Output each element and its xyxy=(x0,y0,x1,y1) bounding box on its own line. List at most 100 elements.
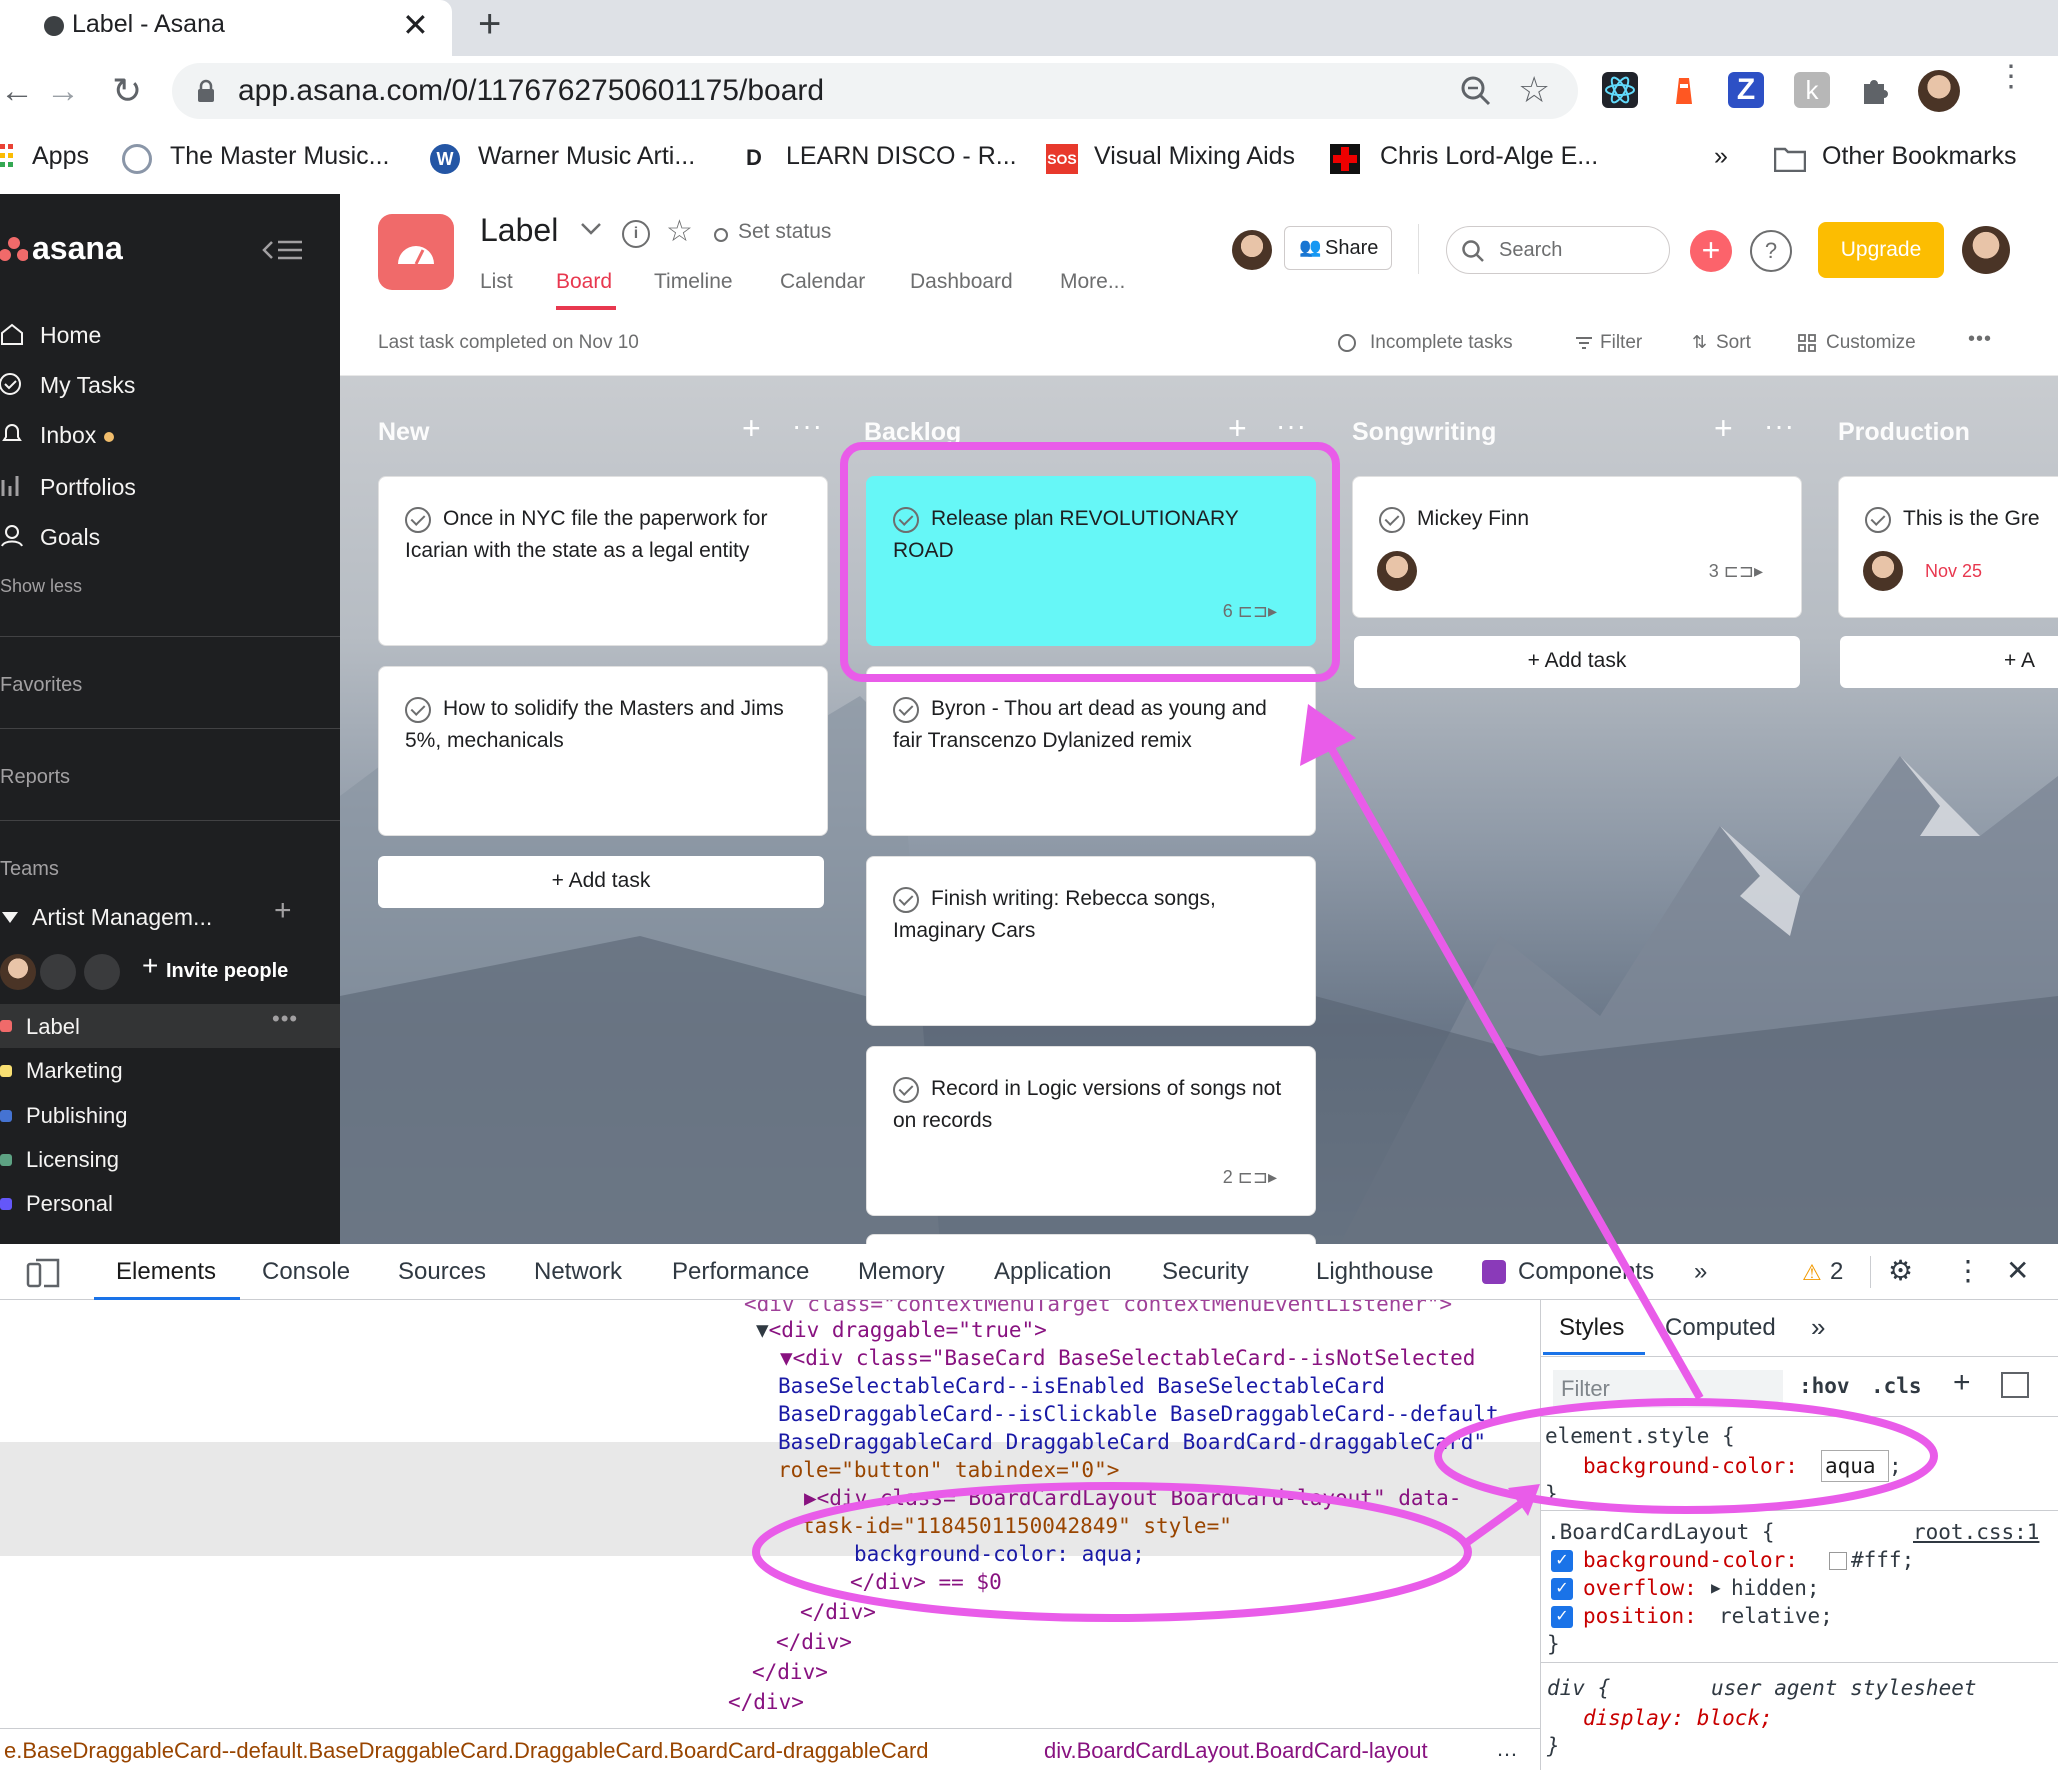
more-options-icon[interactable]: ••• xyxy=(1968,328,1992,351)
dom-line[interactable]: </div> xyxy=(728,1688,804,1716)
add-task-button[interactable]: + Add task xyxy=(378,856,824,908)
extension-k-icon[interactable]: k xyxy=(1794,72,1830,108)
dom-line-selected[interactable]: ▶<div class="BoardCardLayout BoardCard-l… xyxy=(804,1484,1461,1512)
project-info-icon[interactable]: i xyxy=(622,220,650,248)
property-checkbox[interactable]: ✓ xyxy=(1551,1578,1573,1600)
task-card[interactable]: This is the Gre Nov 25 xyxy=(1838,476,2058,618)
devtools-menu-icon[interactable]: ⋮ xyxy=(1954,1254,1982,1287)
devtools-tab-components[interactable]: Components xyxy=(1518,1258,1654,1286)
dom-line-selected[interactable]: task-id="1184501150042849" style=" xyxy=(802,1512,1232,1540)
styles-filter-input[interactable]: Filter xyxy=(1553,1370,1783,1408)
dom-line-selected[interactable]: background-color: aqua; xyxy=(854,1540,1145,1568)
tab-dashboard[interactable]: Dashboard xyxy=(910,270,1013,294)
team-member-avatar[interactable] xyxy=(0,954,36,990)
devtools-tab-elements[interactable]: Elements xyxy=(116,1258,216,1286)
devtools-tab-console[interactable]: Console xyxy=(262,1258,350,1286)
breadcrumb-ancestor[interactable]: e.BaseDraggableCard--default.BaseDraggab… xyxy=(4,1738,929,1764)
tab-list[interactable]: List xyxy=(480,270,513,294)
section-teams[interactable]: Teams xyxy=(0,858,59,881)
rule-value[interactable]: hidden; xyxy=(1731,1574,1820,1602)
bookmark-learn-disco[interactable]: LEARN DISCO - R... xyxy=(786,142,1017,171)
browser-tab[interactable]: Label - Asana ✕ xyxy=(0,0,452,56)
help-button[interactable]: ? xyxy=(1750,230,1792,272)
breadcrumb-more-icon[interactable]: … xyxy=(1496,1736,1518,1762)
dom-line[interactable]: ▼<div class="BaseCard BaseSelectableCard… xyxy=(780,1344,1475,1372)
collapse-sidebar-icon[interactable] xyxy=(262,238,302,262)
task-card[interactable]: Byron - Thou art dead as young and fair … xyxy=(866,666,1316,836)
task-card[interactable]: Record in Logic versions of songs not on… xyxy=(866,1046,1316,1216)
profile-avatar[interactable] xyxy=(1918,70,1960,112)
bookmarks-overflow-icon[interactable]: » xyxy=(1714,142,1728,171)
devtools-tab-lighthouse[interactable]: Lighthouse xyxy=(1316,1258,1433,1286)
nav-home[interactable]: Home xyxy=(40,322,101,349)
tab-board[interactable]: Board xyxy=(556,270,612,294)
cls-toggle[interactable]: .cls xyxy=(1871,1374,1922,1398)
nav-inbox[interactable]: Inbox xyxy=(40,422,96,449)
task-card[interactable]: Finish writing: Rebecca songs, Imaginary… xyxy=(866,856,1316,1026)
column-header-songwriting[interactable]: Songwriting xyxy=(1352,418,1496,447)
new-tab-icon[interactable]: + xyxy=(478,2,501,47)
devtools-settings-icon[interactable]: ⚙ xyxy=(1888,1254,1913,1287)
team-member-placeholder-avatar[interactable] xyxy=(84,954,120,990)
element-style-property[interactable]: background-color: xyxy=(1583,1452,1798,1480)
subtask-count[interactable]: 3 ⊏⊐▸ xyxy=(1709,561,1763,582)
devtools-tab-application[interactable]: Application xyxy=(994,1258,1111,1286)
subtask-count[interactable]: 6 ⊏⊐▸ xyxy=(1223,601,1277,622)
customize-button[interactable]: Customize xyxy=(1826,332,1916,354)
star-bookmark-icon[interactable]: ☆ xyxy=(1518,69,1550,111)
dom-line[interactable]: BaseSelectableCard--isEnabled BaseSelect… xyxy=(778,1372,1385,1400)
rule-property[interactable]: position: xyxy=(1583,1602,1697,1630)
new-style-rule-icon[interactable]: + xyxy=(1953,1366,1971,1400)
column-header-production[interactable]: Production xyxy=(1838,418,1970,447)
tab-more[interactable]: More... xyxy=(1060,270,1125,294)
column-header-backlog[interactable]: Backlog xyxy=(864,418,961,447)
nav-goals[interactable]: Goals xyxy=(40,524,100,551)
team-name[interactable]: Artist Managem... xyxy=(32,904,212,931)
section-favorites[interactable]: Favorites xyxy=(0,674,82,697)
tab-timeline[interactable]: Timeline xyxy=(654,270,733,294)
search-box[interactable]: Search xyxy=(1446,226,1670,274)
share-button[interactable]: 👥 Share xyxy=(1284,226,1392,270)
dom-line-selected[interactable]: </div> == $0 xyxy=(850,1568,1002,1596)
color-swatch[interactable] xyxy=(1829,1552,1847,1570)
tab-calendar[interactable]: Calendar xyxy=(780,270,865,294)
sort-button[interactable]: Sort xyxy=(1716,332,1751,354)
bookmark-master-music[interactable]: The Master Music... xyxy=(170,142,390,171)
extensions-puzzle-icon[interactable] xyxy=(1858,72,1892,106)
due-date[interactable]: Nov 25 xyxy=(1925,561,1982,582)
element-style-value[interactable]: aqua xyxy=(1825,1452,1876,1480)
asana-logo-text[interactable]: asana xyxy=(32,230,123,267)
dom-line[interactable]: </div> xyxy=(776,1628,852,1656)
computed-tab[interactable]: Computed xyxy=(1665,1314,1776,1342)
devtools-tab-sources[interactable]: Sources xyxy=(398,1258,486,1286)
assignee-avatar[interactable] xyxy=(1863,551,1903,591)
column-add-icon[interactable]: + xyxy=(742,410,761,447)
hov-toggle[interactable]: :hov xyxy=(1799,1374,1850,1398)
add-team-project-icon[interactable]: + xyxy=(274,894,292,928)
column-more-icon[interactable]: ··· xyxy=(1276,410,1307,442)
device-toolbar-icon[interactable] xyxy=(26,1258,60,1288)
incomplete-tasks-button[interactable]: Incomplete tasks xyxy=(1370,332,1513,354)
property-checkbox[interactable]: ✓ xyxy=(1551,1606,1573,1628)
rule-value[interactable]: relative; xyxy=(1719,1602,1833,1630)
expand-triangle-icon[interactable]: ▼ xyxy=(756,1318,769,1342)
add-task-button[interactable]: + A xyxy=(1840,636,2058,688)
task-card[interactable]: How to solidify the Masters and Jims 5%,… xyxy=(378,666,828,836)
project-publishing[interactable]: Publishing xyxy=(26,1103,128,1129)
property-checkbox[interactable]: ✓ xyxy=(1551,1550,1573,1572)
bookmark-other[interactable]: Other Bookmarks xyxy=(1822,142,2017,171)
dom-line[interactable]: </div> xyxy=(752,1658,828,1686)
column-more-icon[interactable]: ··· xyxy=(792,410,823,442)
forward-icon[interactable]: → xyxy=(46,72,80,111)
back-icon[interactable]: ← xyxy=(0,72,34,111)
project-licensing[interactable]: Licensing xyxy=(26,1147,119,1173)
rule-value[interactable]: #fff; xyxy=(1851,1546,1914,1574)
nav-portfolios[interactable]: Portfolios xyxy=(40,474,136,501)
rule-source-link[interactable]: root.css:1 xyxy=(1913,1518,2039,1546)
devtools-tab-performance[interactable]: Performance xyxy=(672,1258,809,1286)
react-devtools-icon[interactable] xyxy=(1602,72,1638,108)
reload-icon[interactable]: ↻ xyxy=(112,70,142,112)
styles-more-tabs-icon[interactable]: » xyxy=(1811,1312,1825,1343)
styles-tab[interactable]: Styles xyxy=(1559,1314,1624,1342)
upgrade-button[interactable]: Upgrade xyxy=(1818,222,1944,278)
